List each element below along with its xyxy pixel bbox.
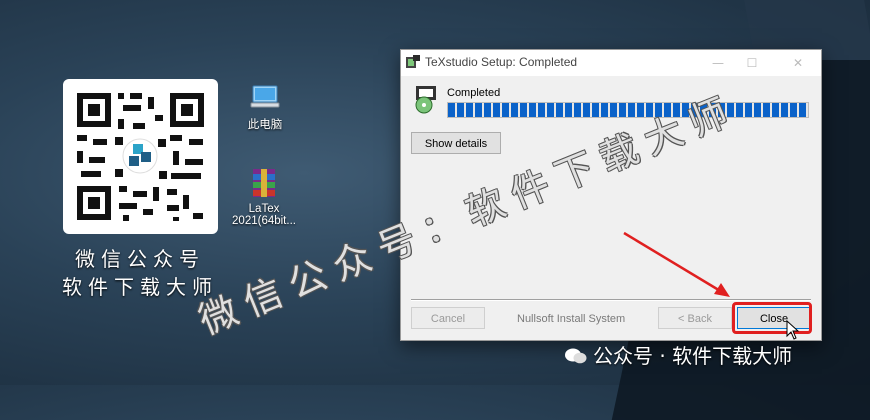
mouse-cursor-icon — [786, 320, 800, 340]
footer-watermark: 公众号 · 软件下载大师 — [565, 340, 792, 369]
wechat-icon — [565, 348, 587, 364]
annotation-arrow — [623, 231, 730, 297]
footer-watermark-text: 公众号 · 软件下载大师 — [593, 344, 793, 368]
